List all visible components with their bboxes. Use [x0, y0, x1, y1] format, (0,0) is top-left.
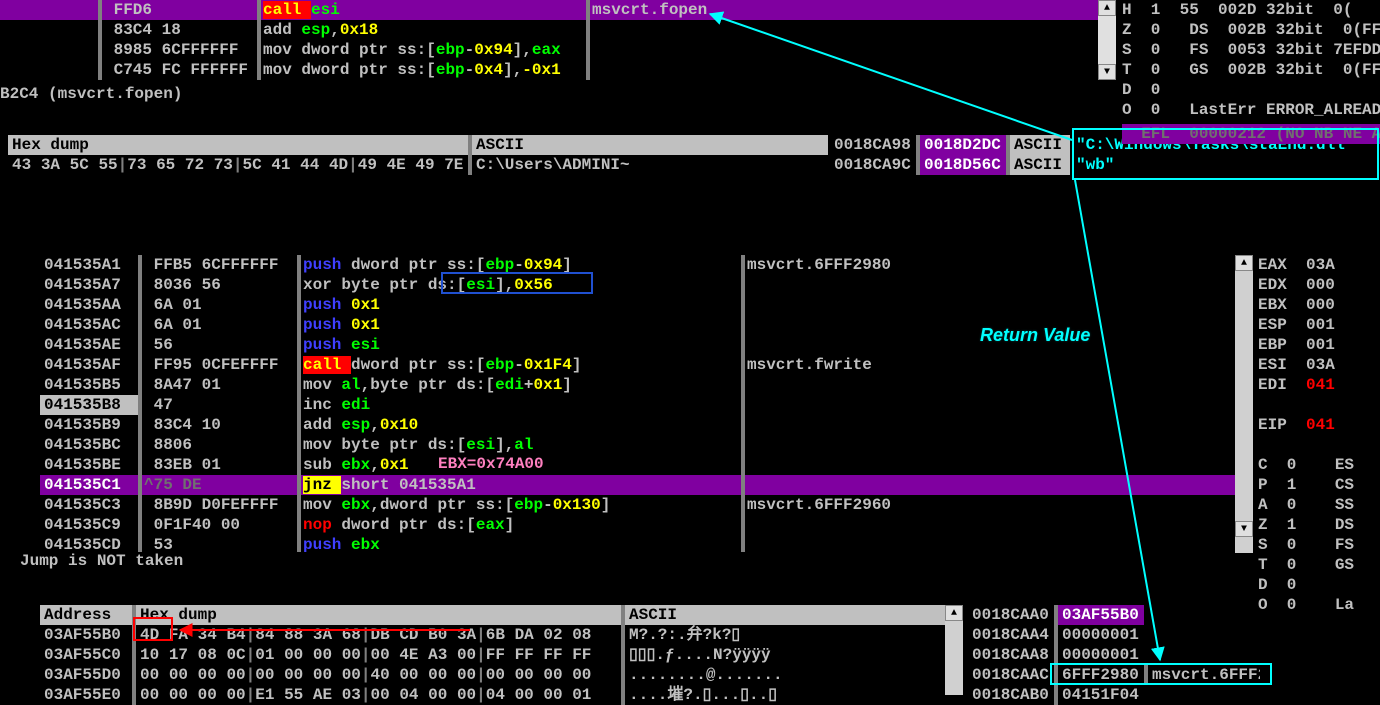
bottom-hex-scrollbar[interactable]: ▲	[945, 605, 963, 695]
disasm-row[interactable]: 041535BC 8806mov byte ptr ds:[esi],al	[40, 435, 1250, 455]
hex-dump-header: Hex dump	[8, 135, 468, 155]
register-line: O 0 LastErr ERROR_ALREADY	[1122, 100, 1380, 120]
disasm-row[interactable]: 041535B8 47inc edi	[40, 395, 1250, 415]
disasm-row[interactable]: 8985 6CFFFFFFmov dword ptr ss:[ebp-0x94]…	[0, 40, 1115, 60]
register-line: D 0	[1122, 80, 1380, 100]
register-line: EDI 041	[1258, 375, 1380, 395]
stack-row[interactable]: 0018CAA800000001	[968, 645, 1260, 665]
disasm-row[interactable]: 041535C1^75 DEjnz short 041535A1	[40, 475, 1250, 495]
status-text: Jump is NOT taken	[20, 552, 183, 570]
register-line: P 1 CS	[1258, 475, 1380, 495]
stack-row[interactable]: 0018CA980018D2DCASCII	[830, 135, 1080, 155]
register-line: EBP 001	[1258, 335, 1380, 355]
stack-string-wb: "wb"	[1076, 155, 1114, 175]
register-line: Z 0 DS 002B 32bit 0(FFFF	[1122, 20, 1380, 40]
register-line: S 0 FS 0053 32bit 7EFDD0	[1122, 40, 1380, 60]
disasm-row[interactable]: 041535AE 56push esi	[40, 335, 1250, 355]
hex-row[interactable]: 03AF55B04D FA 34 B4|84 88 3A 68|DB CD B0…	[40, 625, 960, 645]
top-hex-header: Hex dump ASCII	[8, 135, 828, 155]
register-line: EBX 000	[1258, 295, 1380, 315]
register-line: Z 1 DS	[1258, 515, 1380, 535]
ascii-header: ASCII	[472, 135, 828, 155]
ascii-header: ASCII	[625, 605, 960, 625]
addr-header: Address	[40, 605, 132, 625]
scroll-up-icon[interactable]: ▲	[1098, 0, 1116, 16]
stack-row[interactable]: 0018CA9C0018D56CASCII	[830, 155, 1080, 175]
disasm-row[interactable]: 041535C9 0F1F40 00nop dword ptr ds:[eax]	[40, 515, 1250, 535]
bottom-stack-pane[interactable]: 0018CAA003AF55B00018CAA4000000010018CAA8…	[968, 605, 1260, 705]
top-disasm-scrollbar[interactable]: ▲ ▼	[1098, 0, 1116, 80]
register-line	[1258, 435, 1380, 455]
bottom-registers-pane[interactable]: EAX 03AEDX 000EBX 000ESP 001EBP 001ESI 0…	[1258, 255, 1380, 615]
disasm-row[interactable]: 041535A1 FFB5 6CFFFFFFpush dword ptr ss:…	[40, 255, 1250, 275]
disasm-row[interactable]: 041535B9 83C4 10add esp,0x10	[40, 415, 1250, 435]
scroll-up-icon[interactable]: ▲	[945, 605, 963, 621]
hex-row[interactable]: 03AF55D000 00 00 00|00 00 00 00|40 00 00…	[40, 665, 960, 685]
hex-row[interactable]: 43 3A 5C 55|73 65 72 73|5C 41 44 4D|49 4…	[8, 155, 828, 175]
register-line: O 0 La	[1258, 595, 1380, 615]
disasm-row[interactable]: FFD6call esimsvcrt.fopen	[0, 0, 1115, 20]
register-line: EIP 041	[1258, 415, 1380, 435]
status-text: B2C4 (msvcrt.fopen)	[0, 85, 182, 103]
scroll-up-icon[interactable]: ▲	[1235, 255, 1253, 271]
disasm-row[interactable]: 041535BE 83EB 01sub ebx,0x1	[40, 455, 1250, 475]
bottom-disassembly-pane[interactable]: 041535A1 FFB5 6CFFFFFFpush dword ptr ss:…	[40, 255, 1250, 555]
top-disassembly-pane[interactable]: FFD6call esimsvcrt.fopen 83C4 18add esp,…	[0, 0, 1115, 80]
register-line: ESI 03A	[1258, 355, 1380, 375]
register-line: EDX 000	[1258, 275, 1380, 295]
regs-banner: EFL 00000212 (NO NB NE A	[1122, 124, 1380, 144]
stack-row[interactable]: 0018CAAC6FFF2980msvcrt.6FFF2980	[968, 665, 1260, 685]
register-line: A 0 SS	[1258, 495, 1380, 515]
register-line: T 0 GS 002B 32bit 0(FFFF	[1122, 60, 1380, 80]
bottom-disasm-scrollbar[interactable]: ▲ ▼	[1235, 255, 1253, 553]
hex-row[interactable]: 03AF55E000 00 00 00|E1 55 AE 03|00 04 00…	[40, 685, 960, 705]
disasm-row[interactable]: 041535AF FF95 0CFEFFFFcall dword ptr ss:…	[40, 355, 1250, 375]
register-line: ESP 001	[1258, 315, 1380, 335]
register-line: D 0	[1258, 575, 1380, 595]
disasm-row[interactable]: 041535AC 6A 01push 0x1	[40, 315, 1250, 335]
disasm-row[interactable]: 041535B5 8A47 01mov al,byte ptr ds:[edi+…	[40, 375, 1250, 395]
register-line	[1258, 395, 1380, 415]
top-hex-pane[interactable]: 43 3A 5C 55|73 65 72 73|5C 41 44 4D|49 4…	[8, 155, 828, 175]
register-line: S 0 FS	[1258, 535, 1380, 555]
scroll-down-icon[interactable]: ▼	[1235, 521, 1253, 537]
disasm-row[interactable]: 041535A7 8036 56xor byte ptr ds:[esi],0x…	[40, 275, 1250, 295]
disasm-row[interactable]: 041535AA 6A 01push 0x1	[40, 295, 1250, 315]
register-line: H 1 55 002D 32bit 0(	[1122, 0, 1380, 20]
register-line: T 0 GS	[1258, 555, 1380, 575]
register-line: EAX 03A	[1258, 255, 1380, 275]
hex-row[interactable]: 03AF55C010 17 08 0C|01 00 00 00|00 4E A3…	[40, 645, 960, 665]
hex-dump-header: Hex dump	[136, 605, 621, 625]
disasm-row[interactable]: 83C4 18add esp,0x18	[0, 20, 1115, 40]
bottom-hex-pane[interactable]: 03AF55B04D FA 34 B4|84 88 3A 68|DB CD B0…	[40, 625, 960, 705]
stack-row[interactable]: 0018CAA400000001	[968, 625, 1260, 645]
bottom-status-line: Jump is NOT taken	[20, 552, 1250, 570]
scroll-down-icon[interactable]: ▼	[1098, 64, 1116, 80]
top-stack-string-2: "wb"	[1076, 155, 1380, 175]
disasm-row[interactable]: 041535C3 8B9D D0FEFFFFmov ebx,dword ptr …	[40, 495, 1250, 515]
stack-row[interactable]: 0018CAB004151F04	[968, 685, 1260, 705]
top-stack-pane[interactable]: 0018CA980018D2DCASCII0018CA9C0018D56CASC…	[830, 135, 1080, 175]
register-line: C 0 ES	[1258, 455, 1380, 475]
disasm-row[interactable]: C745 FC FFFFFFmov dword ptr ss:[ebp-0x4]…	[0, 60, 1115, 80]
top-registers-pane[interactable]: H 1 55 002D 32bit 0(Z 0 DS 002B 32bit 0(…	[1122, 0, 1380, 144]
bottom-hex-header: Address Hex dump ASCII	[40, 605, 960, 625]
stack-row[interactable]: 0018CAA003AF55B0	[968, 605, 1260, 625]
